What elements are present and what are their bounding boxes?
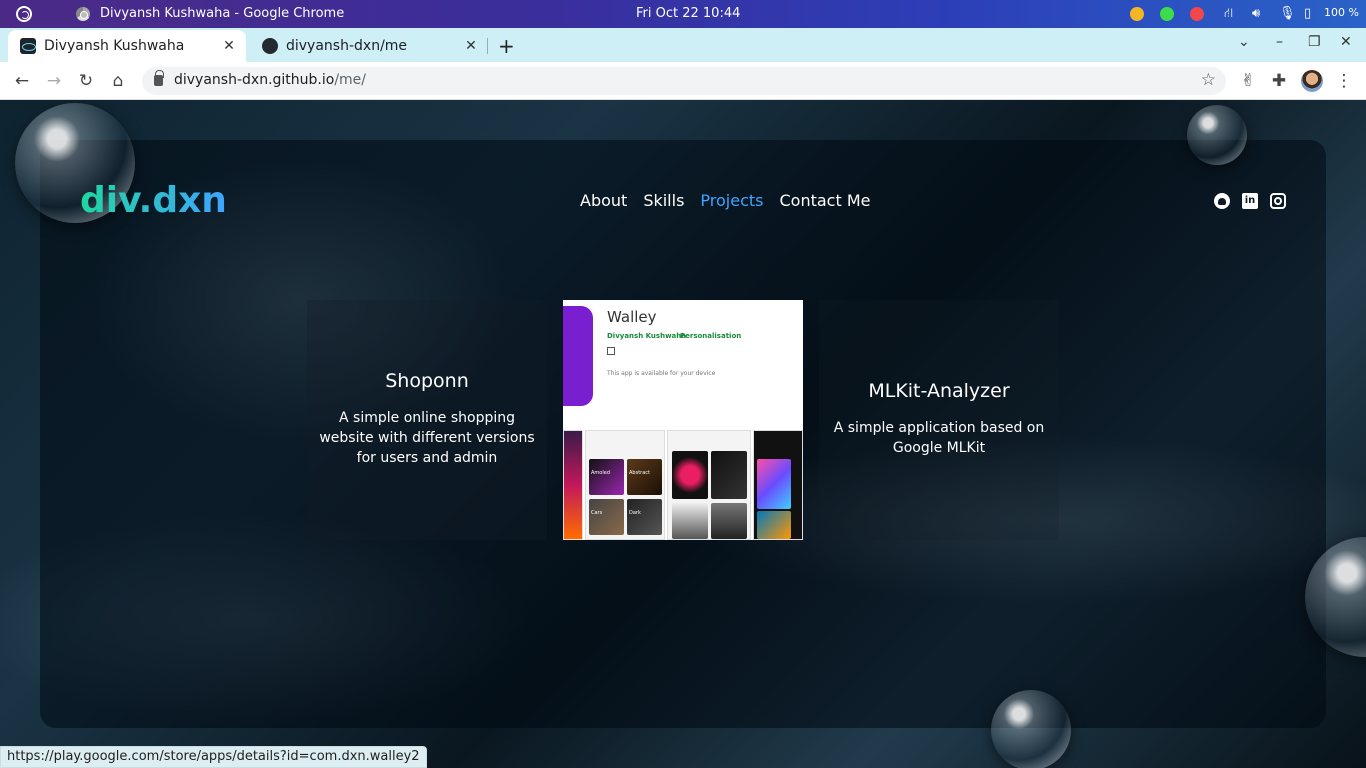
wallpaper-tile	[672, 503, 708, 539]
nav-skills[interactable]: Skills	[643, 191, 684, 210]
tab-label: divyansh-dxn/me	[286, 38, 408, 54]
walley-app-name: Walley	[607, 308, 657, 326]
bookmark-star-icon[interactable]: ☆	[1201, 70, 1216, 90]
extension-icon[interactable]: ✌	[1237, 70, 1259, 92]
forward-button[interactable]: →	[43, 70, 65, 92]
browser-toolbar: ← → ↻ ⌂ divyansh-dxn.github.io/me/ ☆ ✌ ✚…	[0, 62, 1366, 100]
instagram-icon[interactable]	[1270, 193, 1286, 209]
tab-label: Divyansh Kushwaha	[44, 38, 185, 54]
volume-icon[interactable]: 🔊︎	[1252, 6, 1260, 21]
os-window-title: Divyansh Kushwaha - Google Chrome	[100, 6, 345, 21]
walley-app-icon	[563, 306, 593, 406]
tab-github-repo[interactable]: divyansh-dxn/me ✕	[250, 30, 488, 62]
wallpaper-tile	[672, 451, 708, 499]
new-tab-button[interactable]: +	[498, 34, 515, 58]
battery-level: 100 %	[1324, 6, 1359, 19]
walley-developer: Divyansh Kushwaha	[607, 332, 686, 340]
restore-button[interactable]: ❐	[1308, 34, 1321, 50]
url-host: divyansh-dxn.github.io	[174, 72, 335, 88]
site-nav: About Skills Projects Contact Me	[580, 191, 870, 210]
github-icon[interactable]	[1214, 193, 1230, 209]
profile-avatar[interactable]	[1301, 70, 1323, 92]
chrome-icon	[76, 7, 90, 21]
back-button[interactable]: ←	[11, 70, 33, 92]
link-status-bar: https://play.google.com/store/apps/detai…	[0, 746, 427, 768]
walley-availability: This app is available for your device	[607, 370, 716, 377]
github-icon	[262, 38, 278, 54]
more-menu-icon[interactable]: ⋮	[1333, 70, 1355, 92]
close-icon[interactable]: ✕	[462, 38, 480, 54]
project-title: MLKit-Analyzer	[868, 380, 1010, 402]
os-menu-icon[interactable]	[16, 6, 32, 22]
walley-category: Personalisation	[680, 332, 742, 340]
wallpaper-tile: Cars	[589, 499, 624, 535]
url-path: /me/	[334, 72, 367, 88]
url-text[interactable]: divyansh-dxn.github.io/me/	[174, 72, 366, 88]
nav-about[interactable]: About	[580, 191, 627, 210]
page-viewport: div.dxn About Skills Projects Contact Me…	[0, 100, 1366, 768]
reload-button[interactable]: ↻	[75, 70, 97, 92]
network-icon[interactable]: ⛙	[1224, 6, 1233, 23]
lock-icon[interactable]	[154, 70, 164, 86]
decorative-bubble	[991, 690, 1071, 768]
screenshot-thumbnail	[667, 430, 751, 540]
address-bar[interactable]: divyansh-dxn.github.io/me/ ☆	[142, 67, 1226, 95]
os-top-bar: Divyansh Kushwaha - Google Chrome Fri Oc…	[0, 0, 1366, 28]
wallpaper-tile: Dark	[627, 499, 662, 535]
microphone-icon[interactable]: 🎙︎	[1279, 6, 1296, 21]
tab-divyansh-kushwaha[interactable]: Divyansh Kushwaha ✕	[8, 30, 246, 62]
wallpaper-tile: Abstract	[627, 459, 662, 495]
close-icon[interactable]: ✕	[220, 38, 238, 54]
project-card-mlkit-analyzer[interactable]: MLKit-Analyzer A simple application base…	[819, 300, 1059, 540]
project-card-walley[interactable]: Walley Divyansh Kushwaha Personalisation…	[563, 300, 803, 540]
project-card-shoponn[interactable]: Shoponn A simple online shopping website…	[307, 300, 547, 540]
react-icon	[20, 38, 36, 54]
red-indicator-icon[interactable]	[1190, 7, 1204, 21]
green-indicator-icon[interactable]	[1160, 7, 1174, 21]
walley-screenshots: Amoled Abstract Cars Dark	[563, 430, 803, 540]
yellow-indicator-icon[interactable]	[1130, 7, 1144, 21]
linkedin-icon[interactable]: in	[1242, 193, 1258, 209]
project-description: A simple online shopping website with di…	[319, 410, 535, 466]
project-description: A simple application based on Google MLK…	[833, 420, 1045, 456]
wallpaper-tile	[711, 451, 747, 499]
battery-icon[interactable]: ▯	[1304, 6, 1311, 21]
tab-separator	[487, 38, 488, 54]
os-clock[interactable]: Fri Oct 22 10:44	[636, 6, 740, 21]
tab-strip: Divyansh Kushwaha ✕ divyansh-dxn/me ✕	[0, 28, 1366, 62]
home-button[interactable]: ⌂	[107, 70, 129, 92]
nav-projects[interactable]: Projects	[700, 191, 763, 210]
screenshot-thumbnail: Amoled Abstract Cars Dark	[585, 430, 665, 540]
tab-search-icon[interactable]: ⌄	[1238, 34, 1250, 50]
wallpaper-tile	[711, 503, 747, 539]
minimize-button[interactable]: –	[1276, 34, 1283, 50]
decorative-bubble	[1187, 105, 1247, 165]
rating-badge-icon	[607, 347, 615, 355]
screenshot-thumbnail	[753, 430, 803, 540]
wallpaper-tile	[757, 459, 791, 509]
extensions-puzzle-icon[interactable]: ✚	[1268, 70, 1290, 92]
project-title: Shoponn	[385, 370, 469, 392]
window-close-button[interactable]: ✕	[1340, 34, 1352, 50]
site-logo[interactable]: div.dxn	[80, 180, 227, 221]
wallpaper-tile: Amoled	[589, 459, 624, 495]
wallpaper-tile	[757, 511, 791, 539]
screenshot-thumbnail	[563, 430, 583, 540]
nav-contact[interactable]: Contact Me	[779, 191, 870, 210]
